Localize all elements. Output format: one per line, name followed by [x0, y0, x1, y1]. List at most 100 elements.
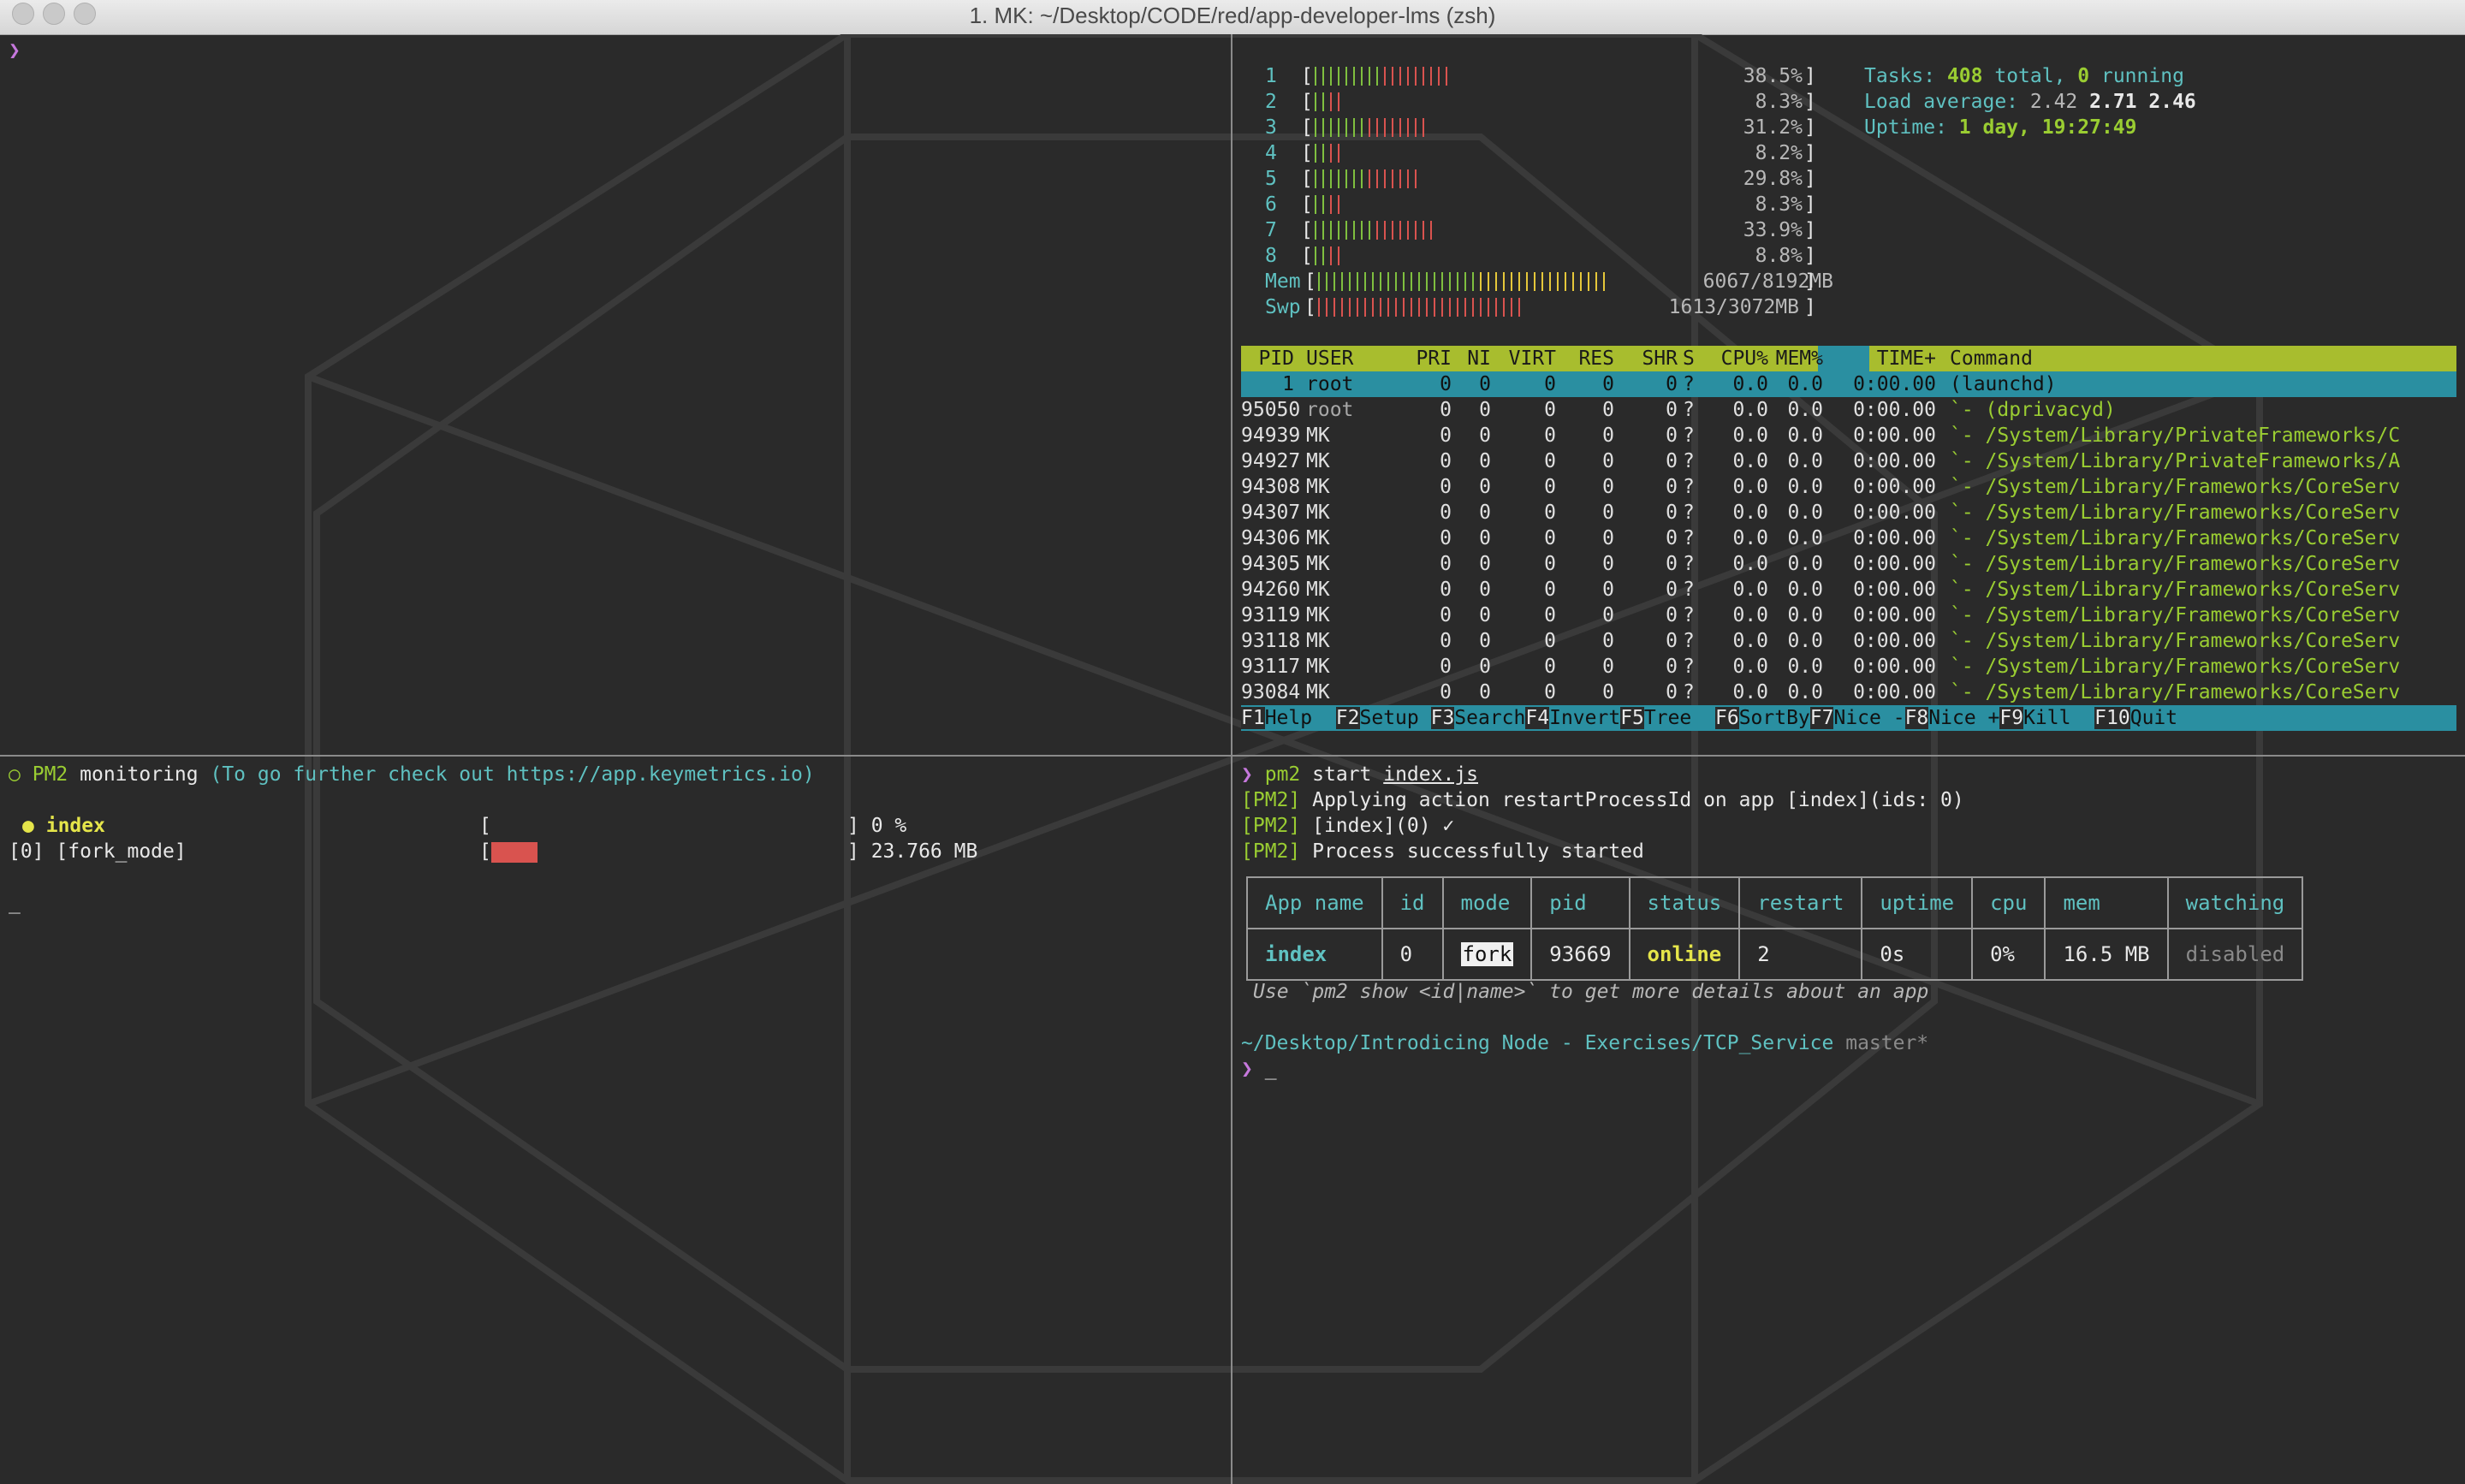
- column-header-res[interactable]: RES: [1561, 346, 1614, 371]
- process-shr: 0: [1666, 476, 1678, 498]
- column-header-shr[interactable]: SHR: [1618, 346, 1678, 371]
- load-label: Load average:: [1864, 91, 2019, 113]
- column-header-virt[interactable]: VIRT: [1503, 346, 1556, 371]
- pm2-table-row[interactable]: index 0 fork 93669 online 2 0s 0% 16.5 M…: [1246, 929, 2304, 981]
- fkey-f2[interactable]: F2: [1335, 707, 1360, 729]
- process-cmd: `- /System/Library/Frameworks/CoreServ: [1950, 681, 2401, 703]
- process-virt: 0: [1544, 553, 1556, 575]
- pane-htop[interactable]: 1 [38.5%] 2 [8.3%] 3 [31.2%] 4 [8.2%] 5 [29.8%] 6 […: [1232, 34, 2465, 755]
- cpu-2-bracket-open: [: [1301, 91, 1313, 113]
- uptime-label: Uptime:: [1864, 116, 1947, 139]
- pm2-tag: [PM2]: [1241, 789, 1301, 811]
- process-ni: 0: [1479, 502, 1491, 524]
- fkey-f7[interactable]: F7: [1809, 707, 1834, 729]
- process-mem: 0.0: [1787, 450, 1823, 472]
- process-cmd: `- /System/Library/PrivateFrameworks/A: [1950, 450, 2401, 472]
- fkey-f3[interactable]: F3: [1430, 707, 1455, 729]
- column-header-ni[interactable]: NI: [1457, 346, 1491, 371]
- cpu-1-bracket-close: ]: [1804, 65, 1816, 87]
- process-mem: 0.0: [1787, 502, 1823, 524]
- column-header-cpu[interactable]: CPU%: [1705, 346, 1768, 371]
- process-virt: 0: [1544, 630, 1556, 652]
- fkey-f9-label[interactable]: Kill: [2023, 707, 2094, 729]
- column-header-pid[interactable]: PID: [1241, 346, 1294, 371]
- cpu-1-bracket-open: [: [1301, 65, 1313, 87]
- pane-shell-pm2[interactable]: ❯ pm2 start index.js [PM2] Applying acti…: [1232, 757, 2465, 1484]
- process-pri: 0: [1440, 450, 1452, 472]
- process-cpu: 0.0: [1732, 553, 1768, 575]
- pane-pm2-monit[interactable]: ○ PM2 monitoring (To go further check ou…: [0, 757, 1231, 1484]
- process-cpu: 0.0: [1732, 579, 1768, 601]
- column-header-user[interactable]: USER: [1306, 346, 1392, 371]
- fkey-f10-label[interactable]: Quit: [2130, 707, 2201, 729]
- fkey-f2-label[interactable]: Setup: [1360, 707, 1431, 729]
- process-cpu: 0.0: [1732, 476, 1768, 498]
- fkey-f6-label[interactable]: SortBy: [1739, 707, 1810, 729]
- pm2-col-mem: mem: [2044, 876, 2168, 929]
- process-shr: 0: [1666, 373, 1678, 395]
- cpu-2-usage-bar: [1315, 92, 1345, 111]
- monit-app-row[interactable]: ● index: [22, 813, 105, 839]
- column-header-s[interactable]: S: [1683, 346, 1700, 371]
- pm2-col-watching: watching: [2166, 876, 2304, 929]
- fkey-f9[interactable]: F9: [1999, 707, 2024, 729]
- process-s: ?: [1683, 399, 1695, 421]
- process-ni: 0: [1479, 373, 1491, 395]
- process-ni: 0: [1479, 450, 1491, 472]
- fkey-f6[interactable]: F6: [1714, 707, 1739, 729]
- column-header-pri[interactable]: PRI: [1411, 346, 1452, 371]
- process-ni: 0: [1479, 630, 1491, 652]
- process-virt: 0: [1544, 450, 1556, 472]
- fkey-f1-label[interactable]: Help: [1265, 707, 1336, 729]
- mem-gauge-fill: [491, 842, 538, 863]
- cell-watching: disabled: [2166, 929, 2304, 981]
- pm2-col-restart: restart: [1738, 876, 1862, 929]
- pm2-col-mode: mode: [1441, 876, 1532, 929]
- load-15: 2.46: [2148, 91, 2196, 113]
- fkey-f3-label[interactable]: Search: [1454, 707, 1525, 729]
- process-time: 0:00.00: [1853, 373, 1936, 395]
- pane-top-left-shell[interactable]: ❯: [0, 34, 1231, 755]
- process-virt: 0: [1544, 424, 1556, 447]
- fkey-f5[interactable]: F5: [1620, 707, 1644, 729]
- fkey-f10[interactable]: F10: [2094, 707, 2130, 729]
- process-res: 0: [1602, 476, 1614, 498]
- fkey-f7-label[interactable]: Nice -: [1833, 707, 1904, 729]
- process-shr: 0: [1666, 656, 1678, 678]
- process-shr: 0: [1666, 527, 1678, 549]
- process-pid: 94939: [1241, 424, 1301, 447]
- process-pid: 94308: [1241, 476, 1301, 498]
- active-prompt[interactable]: ❯ _: [1241, 1056, 1277, 1082]
- process-mem: 0.0: [1787, 476, 1823, 498]
- fkey-f8-label[interactable]: Nice +: [1928, 707, 1999, 729]
- cell-status: online: [1628, 929, 1740, 981]
- process-time: 0:00.00: [1853, 681, 1936, 703]
- cpu-7-usage-bar: [1315, 221, 1438, 240]
- process-cmd: (launchd): [1950, 373, 2057, 395]
- process-user: MK: [1306, 424, 1330, 447]
- monit-app-name: index: [45, 815, 105, 837]
- fkey-f1[interactable]: F1: [1241, 707, 1265, 729]
- column-header-mem[interactable]: MEM%: [1772, 346, 1823, 371]
- load-1: 2.42: [2029, 91, 2078, 113]
- column-header-time[interactable]: TIME+: [1830, 346, 1936, 371]
- cell-mode: fork: [1441, 929, 1532, 981]
- fkey-f4-label[interactable]: Invert: [1549, 707, 1620, 729]
- column-header-cmd[interactable]: Command: [1950, 346, 2463, 371]
- process-cmd: `- /System/Library/Frameworks/CoreServ: [1950, 604, 2401, 626]
- process-virt: 0: [1544, 579, 1556, 601]
- cpu-1-usage-bar: [1315, 67, 1453, 86]
- process-time: 0:00.00: [1853, 476, 1936, 498]
- fkey-f5-label[interactable]: Tree: [1644, 707, 1715, 729]
- cpu-3-label: 3: [1265, 116, 1277, 139]
- process-res: 0: [1602, 527, 1614, 549]
- process-s: ?: [1683, 553, 1695, 575]
- process-mem: 0.0: [1787, 656, 1823, 678]
- fkey-f8[interactable]: F8: [1904, 707, 1929, 729]
- process-user: MK: [1306, 604, 1330, 626]
- process-cmd: `- /System/Library/Frameworks/CoreServ: [1950, 630, 2401, 652]
- process-cpu: 0.0: [1732, 656, 1768, 678]
- process-user: MK: [1306, 450, 1330, 472]
- fkey-f4[interactable]: F4: [1525, 707, 1550, 729]
- tasks-total-suffix: total,: [1982, 65, 2078, 87]
